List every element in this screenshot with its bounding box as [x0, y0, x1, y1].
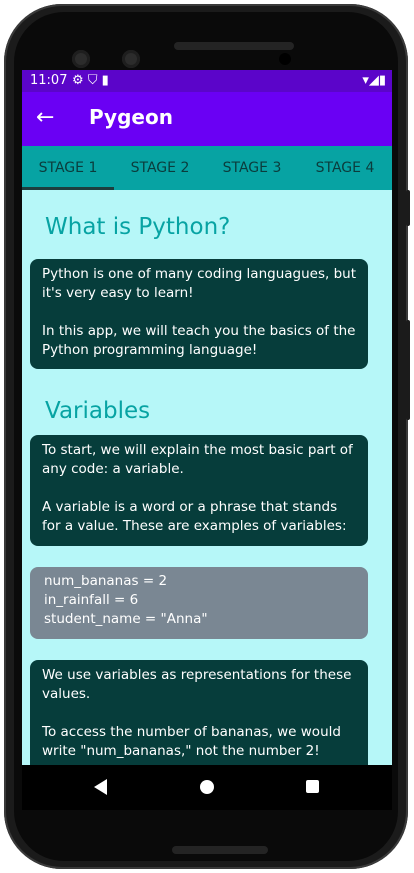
- code-example-card: num_bananas = 2 in_rainfall = 6 student_…: [30, 567, 368, 639]
- front-camera-left: [72, 50, 90, 68]
- intro-paragraph-1: Python is one of many coding languagues,…: [42, 266, 357, 301]
- lesson-content[interactable]: What is Python? Python is one of many co…: [22, 190, 392, 765]
- variables-card: To start, we will explain the most basic…: [30, 435, 368, 546]
- front-camera-right: [122, 50, 140, 68]
- usage-paragraph-2: To access the number of bananas, we woul…: [42, 724, 341, 759]
- status-bar: 11:07 ⚙ ⛉ ▮ ▾◢▮: [22, 70, 392, 92]
- heading-variables: Variables: [45, 398, 151, 424]
- intro-paragraph-2: In this app, we will teach you the basic…: [42, 323, 356, 358]
- code-line: student_name = "Anna": [44, 611, 208, 627]
- tab-stage-3[interactable]: STAGE 3: [206, 146, 298, 190]
- screen: 11:07 ⚙ ⛉ ▮ ▾◢▮ ← Pygeon STAGE 1 STAGE 2…: [22, 70, 392, 810]
- tab-stage-1[interactable]: STAGE 1: [22, 146, 114, 190]
- volume-button: [406, 320, 410, 420]
- heading-what-is-python: What is Python?: [45, 214, 231, 240]
- status-system-icons: ▾◢▮: [362, 73, 386, 88]
- proximity-sensor: [279, 53, 291, 65]
- earpiece-speaker: [174, 42, 294, 50]
- tab-stage-2[interactable]: STAGE 2: [114, 146, 206, 190]
- status-time: 11:07: [30, 73, 68, 88]
- app-title: Pygeon: [89, 105, 173, 129]
- app-bar: ← Pygeon: [22, 92, 392, 146]
- nav-home-icon[interactable]: [200, 780, 214, 794]
- usage-paragraph-1: We use variables as representations for …: [42, 667, 352, 702]
- status-notification-icons: ⚙ ⛉ ▮: [72, 73, 109, 88]
- tab-stage-4[interactable]: STAGE 4: [298, 146, 392, 190]
- usage-card: We use variables as representations for …: [30, 660, 368, 765]
- back-arrow-icon[interactable]: ←: [36, 106, 54, 130]
- code-line: num_bananas = 2: [44, 573, 168, 589]
- nav-recents-icon[interactable]: [306, 780, 319, 793]
- nav-back-icon[interactable]: [94, 779, 107, 795]
- stage-tabs: STAGE 1 STAGE 2 STAGE 3 STAGE 4: [22, 146, 392, 190]
- variables-paragraph-1: To start, we will explain the most basic…: [42, 442, 353, 477]
- bottom-speaker: [172, 846, 268, 854]
- system-nav-bar: [22, 765, 392, 810]
- variables-paragraph-2: A variable is a word or a phrase that st…: [42, 499, 347, 534]
- code-line: in_rainfall = 6: [44, 592, 139, 608]
- intro-card: Python is one of many coding languagues,…: [30, 259, 368, 369]
- power-button: [406, 190, 410, 226]
